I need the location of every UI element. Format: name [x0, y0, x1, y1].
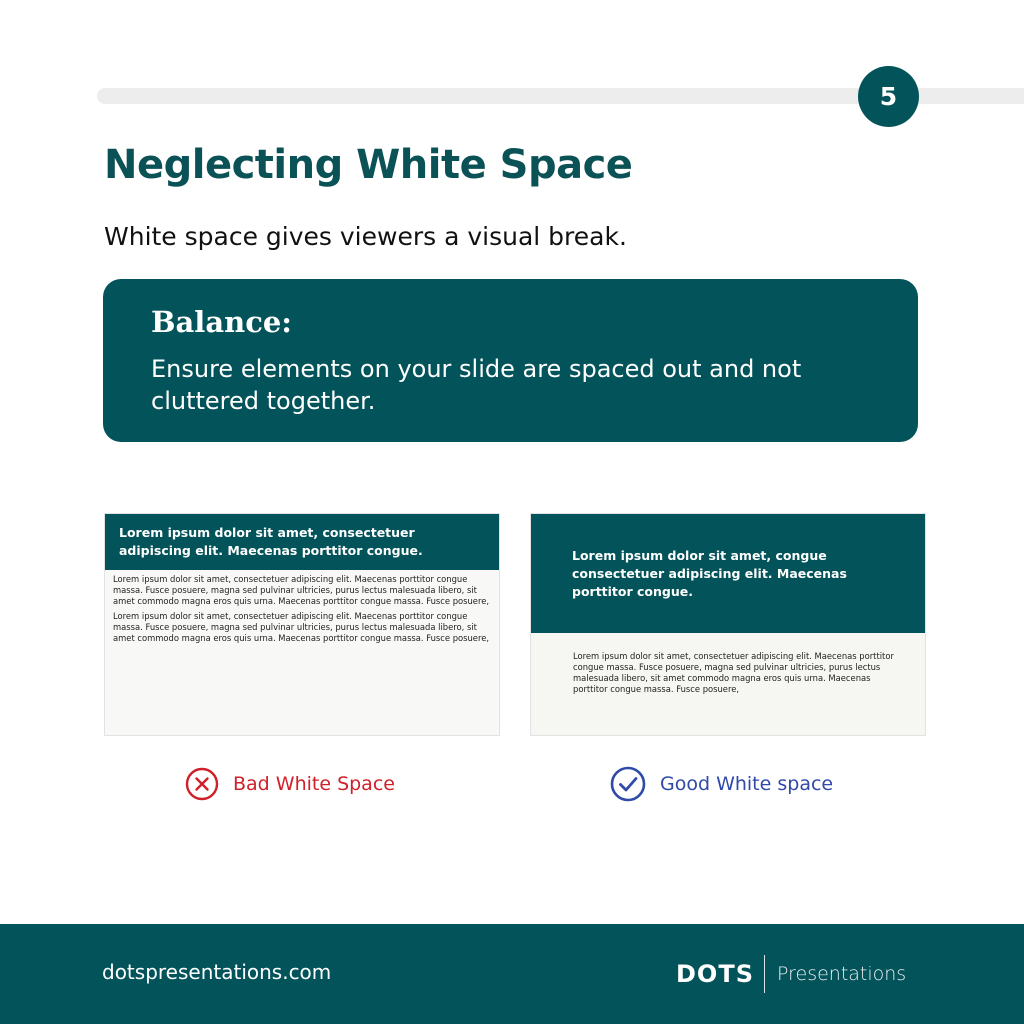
bad-label-text: Bad White Space [233, 773, 395, 795]
good-example-header: Lorem ipsum dolor sit amet, congue conse… [531, 514, 925, 633]
logo-divider [763, 955, 765, 993]
dots-presentations-logo: DOTS Presentations [676, 954, 906, 994]
page-number-badge: 5 [858, 66, 919, 127]
footer-website-link[interactable]: dotspresentations.com [102, 960, 331, 984]
bad-example-paragraph: Lorem ipsum dolor sit amet, consectetuer… [113, 611, 490, 643]
callout-body: Ensure elements on your slide are spaced… [151, 355, 802, 415]
logo-wordmark: Presentations [776, 963, 907, 985]
footer-bar: dotspresentations.com DOTS Presentations [0, 924, 1024, 1024]
good-example-paragraph: Lorem ipsum dolor sit amet, consectetuer… [573, 651, 894, 694]
good-example-body: Lorem ipsum dolor sit amet, consectetuer… [531, 633, 925, 695]
bad-example-slide: Lorem ipsum dolor sit amet, consectetuer… [104, 513, 500, 736]
good-example-slide: Lorem ipsum dolor sit amet, congue conse… [530, 513, 926, 736]
bad-example-paragraph: Lorem ipsum dolor sit amet, consectetuer… [113, 574, 490, 606]
bad-example-body: Lorem ipsum dolor sit amet, consectetuer… [105, 570, 499, 644]
page-subtitle: White space gives viewers a visual break… [104, 222, 627, 251]
callout-heading: Balance: [151, 305, 293, 339]
balance-callout: Balance: Ensure elements on your slide a… [103, 279, 918, 442]
good-label-text: Good White space [660, 773, 834, 795]
check-circle-icon [610, 766, 646, 802]
x-circle-icon [185, 767, 219, 801]
page-title: Neglecting White Space [104, 142, 633, 188]
logo-mark: DOTS [676, 960, 754, 988]
bad-example-header: Lorem ipsum dolor sit amet, consectetuer… [105, 514, 499, 570]
good-white-space-label: Good White space [610, 765, 833, 803]
bad-white-space-label: Bad White Space [185, 765, 395, 803]
